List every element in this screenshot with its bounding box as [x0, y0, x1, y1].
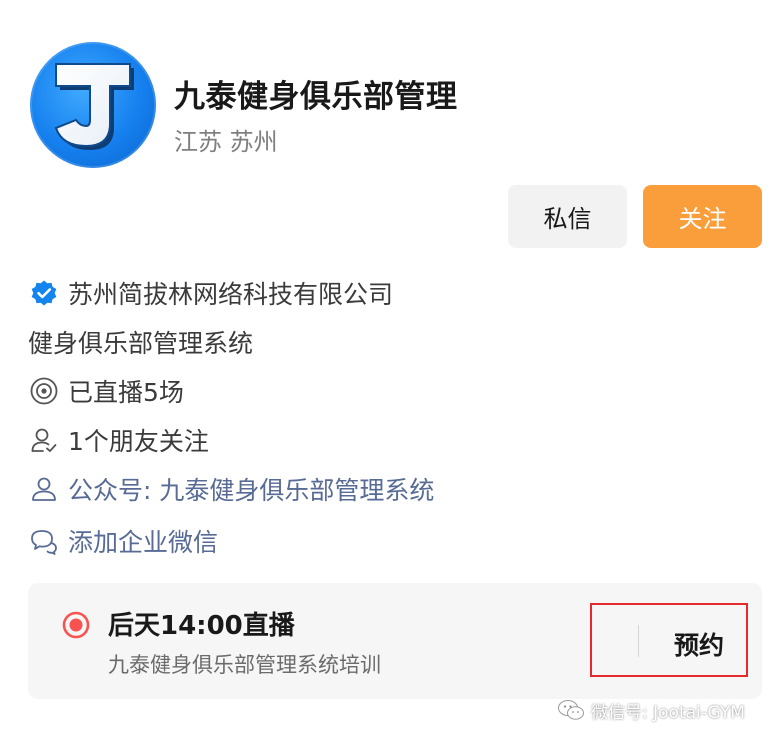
wechat-icon [558, 700, 584, 720]
avatar-logo [54, 63, 134, 150]
official-account-row[interactable]: 公众号: 九泰健身俱乐部管理系统 [28, 469, 434, 509]
account-region: 江苏 苏州 [174, 128, 278, 156]
company-name: 苏州简拔林网络科技有限公司 [68, 280, 394, 309]
add-wecom-link[interactable]: 添加企业微信 [68, 523, 218, 559]
live-count: 已直播5场 [68, 378, 184, 407]
company-row: 苏州简拔林网络科技有限公司 [28, 273, 393, 313]
friends-following: 1个朋友关注 [68, 427, 209, 456]
live-reservation-card[interactable]: 后天14:00直播 九泰健身俱乐部管理系统培训 预约 [28, 583, 762, 699]
account-description: 健身俱乐部管理系统 [28, 329, 254, 358]
wecom-row[interactable]: 添加企业微信 [28, 521, 218, 561]
avatar[interactable] [30, 42, 156, 168]
person-add-icon [28, 424, 60, 456]
person-icon [28, 473, 60, 505]
chat-bubbles-icon [28, 525, 60, 557]
watermark-text: 微信号: Jootai-GYM [591, 702, 745, 723]
live-time-title: 后天14:00直播 [108, 611, 295, 641]
reserve-button[interactable]: 预约 [674, 626, 724, 662]
description-row: 健身俱乐部管理系统 [28, 322, 253, 362]
message-button[interactable]: 私信 [508, 185, 627, 248]
friends-row[interactable]: 1个朋友关注 [28, 420, 209, 460]
follow-button[interactable]: 关注 [643, 185, 762, 248]
account-name: 九泰健身俱乐部管理 [174, 79, 458, 115]
live-count-row[interactable]: 已直播5场 [28, 371, 184, 411]
watermark: 微信号: Jootai-GYM [557, 695, 745, 725]
live-dot-icon [62, 611, 90, 639]
live-target-icon [28, 375, 60, 407]
official-account-link[interactable]: 公众号: 九泰健身俱乐部管理系统 [68, 471, 434, 507]
live-subtitle: 九泰健身俱乐部管理系统培训 [108, 653, 381, 677]
reserve-highlight-box [590, 603, 748, 677]
verified-badge-icon [28, 277, 60, 309]
